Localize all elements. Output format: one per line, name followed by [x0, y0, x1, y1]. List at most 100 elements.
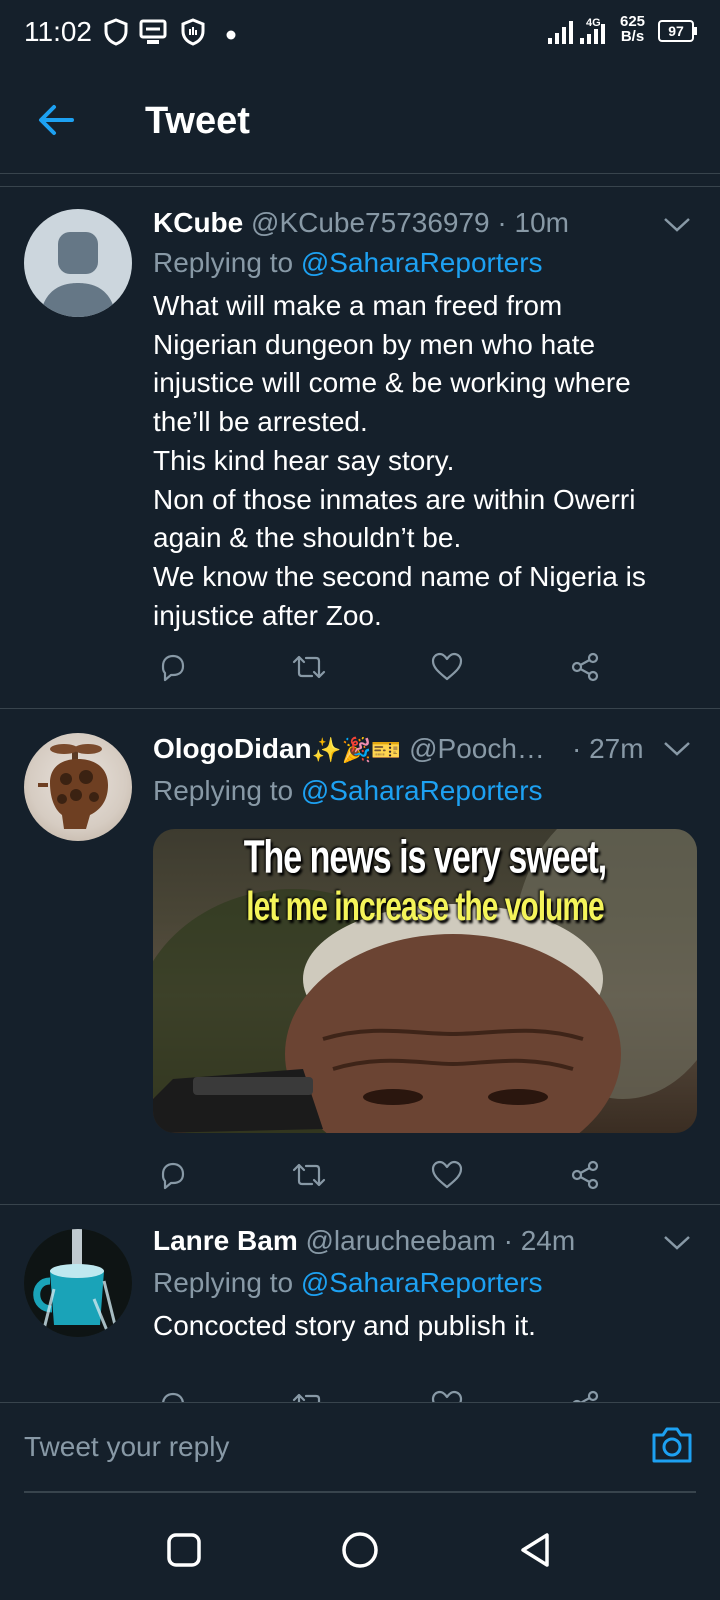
replying-to: Replying to @SaharaReporters — [153, 1267, 543, 1299]
tweet-media-image[interactable]: The news is very sweet, let me increase … — [153, 829, 697, 1133]
speed-unit: B/s — [620, 28, 645, 45]
tweet-text: Concocted story and publish it. — [153, 1307, 680, 1346]
meta-separator: · — [572, 733, 582, 764]
share-icon — [571, 652, 599, 682]
tweet-time: 27m — [589, 733, 644, 764]
author-name[interactable]: KCube — [153, 207, 243, 238]
like-button[interactable] — [427, 1385, 467, 1402]
reply-feed[interactable]: KCube @KCube75736979 · 10m Replying to @… — [0, 186, 720, 1402]
tweet-item[interactable]: Lanre Bam @larucheebam · 24m Replying to… — [0, 1205, 720, 1402]
like-icon — [431, 652, 463, 681]
mention-link[interactable]: @SaharaReporters — [301, 775, 543, 806]
tweet-text-line: again & the shouldn’t be. — [153, 522, 462, 554]
reply-button[interactable] — [153, 1155, 193, 1195]
reply-icon — [161, 654, 185, 682]
water-cup-avatar-icon — [24, 1229, 132, 1337]
tweet-header: OlogoDidan✨🎉🎫 @Pooch… — [153, 733, 630, 765]
network-4g-icon: 4G — [580, 16, 612, 51]
meme-caption-line1: The news is very sweet, — [243, 832, 608, 884]
back-button[interactable] — [30, 94, 82, 146]
like-icon — [431, 1390, 463, 1402]
app-bar: Tweet — [0, 64, 720, 174]
retweet-icon — [292, 1393, 321, 1402]
status-bar: 11:02 4G 625 B/s 97 — [0, 0, 720, 64]
author-name[interactable]: OlogoDidan — [153, 733, 312, 764]
system-back-button[interactable] — [516, 1530, 556, 1570]
tweet-item[interactable]: OlogoDidan✨🎉🎫 @Pooch… · 27m Replying to … — [0, 709, 720, 1205]
author-handle[interactable]: @larucheebam — [306, 1225, 496, 1256]
network-speed: 625 B/s — [620, 14, 645, 44]
reply-button[interactable] — [153, 647, 193, 687]
share-button[interactable] — [565, 1155, 605, 1195]
reply-icon — [162, 1392, 184, 1402]
speed-value: 625 — [620, 13, 646, 30]
replying-to: Replying to @SaharaReporters — [153, 247, 543, 279]
retweet-button[interactable] — [289, 647, 329, 687]
tweet-text-line: What will make a man freed from — [153, 290, 563, 321]
mention-link[interactable]: @SaharaReporters — [301, 247, 543, 278]
author-emojis: ✨🎉🎫 — [311, 737, 402, 764]
like-icon — [431, 1160, 463, 1189]
author-handle[interactable]: @KCube75736979 — [251, 207, 490, 238]
tweet-text-line: injustice after Zoo. — [153, 599, 382, 631]
tweet-header: KCube @KCube75736979 · 10m — [153, 207, 650, 239]
author-name[interactable]: Lanre Bam — [153, 1225, 298, 1256]
reply-input[interactable] — [24, 1403, 696, 1493]
security-shield-icon — [180, 18, 206, 51]
avatar[interactable] — [24, 1229, 132, 1337]
battery-icon: 97 — [658, 20, 698, 47]
replying-prefix: Replying to — [153, 1267, 294, 1298]
reply-icon — [161, 1162, 185, 1190]
share-button[interactable] — [565, 647, 605, 687]
meta-separator: · — [497, 207, 507, 238]
share-icon — [571, 1160, 599, 1190]
share-button[interactable] — [565, 1385, 605, 1402]
avatar[interactable] — [24, 209, 132, 317]
retweet-button[interactable] — [289, 1155, 329, 1195]
signal-icon — [548, 20, 576, 49]
avatar[interactable] — [24, 733, 132, 841]
reply-composer — [0, 1402, 720, 1494]
like-button[interactable] — [427, 647, 467, 687]
device-icon — [138, 18, 168, 53]
meta-separator: · — [503, 1225, 513, 1256]
recents-button[interactable] — [164, 1530, 204, 1570]
tweet-actions — [153, 1385, 623, 1402]
chevron-down-icon[interactable] — [662, 739, 692, 759]
chevron-down-icon[interactable] — [662, 215, 692, 235]
retweet-icon — [292, 655, 326, 679]
page-title: Tweet — [145, 100, 250, 142]
mention-link[interactable]: @SaharaReporters — [301, 1267, 543, 1298]
tweet-time: 10m — [514, 207, 569, 238]
shield-icon — [104, 18, 128, 51]
chevron-down-icon[interactable] — [662, 1233, 692, 1253]
status-time: 11:02 — [24, 16, 92, 47]
network-label: 4G — [586, 17, 601, 29]
author-handle[interactable]: @Pooch… — [409, 733, 545, 764]
tweet-header: Lanre Bam @larucheebam · 24m — [153, 1225, 650, 1257]
tweet-text-line: We know the second name of Nigeria is — [153, 560, 646, 592]
tweet-text-line: Non of those inmates are within Owerri — [153, 483, 636, 515]
recents-icon — [167, 1533, 201, 1567]
tweet-item[interactable]: KCube @KCube75736979 · 10m Replying to @… — [0, 187, 720, 709]
back-icon — [521, 1533, 549, 1567]
tweet-text-line: the’ll be arrested. — [153, 406, 368, 438]
tweet-text: What will make a man freed from Nigerian… — [153, 287, 680, 635]
tweet-actions — [153, 1155, 623, 1195]
tweet-text-line: This kind hear say story. — [153, 444, 455, 476]
camera-button[interactable] — [650, 1425, 694, 1469]
replying-prefix: Replying to — [153, 247, 294, 278]
like-button[interactable] — [427, 1155, 467, 1195]
tweet-text-line: Concocted story and publish it. — [153, 1310, 536, 1341]
notification-dot-icon — [226, 27, 236, 45]
tweet-text-line: injustice will come & be working where — [153, 367, 631, 399]
tweet-timestamp: · 27m — [572, 733, 644, 765]
share-icon — [572, 1390, 599, 1402]
sculpture-avatar-icon — [38, 744, 108, 829]
home-button[interactable] — [340, 1530, 380, 1570]
retweet-button[interactable] — [289, 1385, 329, 1402]
default-avatar-icon — [40, 232, 116, 317]
reply-button[interactable] — [153, 1385, 193, 1402]
replying-to: Replying to @SaharaReporters — [153, 775, 543, 807]
system-nav-bar — [0, 1500, 720, 1600]
